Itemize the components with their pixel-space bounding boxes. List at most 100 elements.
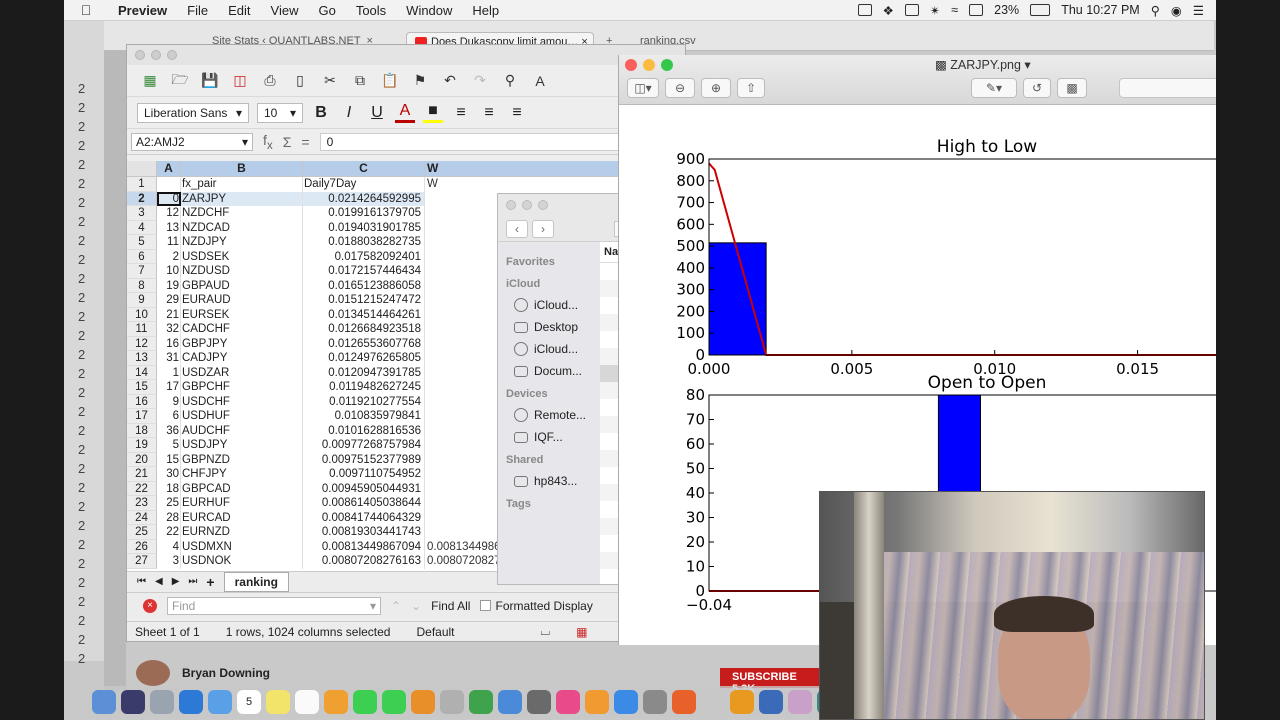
name-box[interactable]: A2:AMJ2 ▾	[131, 132, 253, 151]
cell[interactable]: CADCHF	[181, 322, 303, 337]
cell[interactable]: 0.0194031901785	[303, 220, 425, 235]
cell[interactable]: 11	[157, 235, 181, 250]
cell[interactable]: USDZAR	[181, 365, 303, 380]
system-preferences-icon[interactable]	[643, 690, 667, 714]
battery-percent[interactable]: 23%	[994, 3, 1019, 17]
app-icon[interactable]	[730, 690, 754, 714]
cell[interactable]: CHFJPY	[181, 467, 303, 482]
cell[interactable]: 1	[157, 365, 181, 380]
cell[interactable]: EURHUF	[181, 496, 303, 511]
apple-logo-icon[interactable]: 	[64, 2, 108, 18]
cell[interactable]: GBPNZD	[181, 452, 303, 467]
menu-edit[interactable]: Edit	[218, 3, 260, 18]
function-wizard-icon[interactable]: fx	[263, 132, 273, 152]
row-number[interactable]: 23	[127, 496, 157, 511]
cell[interactable]: 18	[157, 481, 181, 496]
open-folder-icon[interactable]: 🗁	[169, 70, 191, 92]
close-button[interactable]	[506, 200, 516, 210]
export-pdf-icon[interactable]: ◫	[229, 70, 251, 92]
copy-icon[interactable]: ⧉	[349, 70, 371, 92]
cell[interactable]: 0.00977268757984	[303, 438, 425, 453]
app-icon[interactable]	[411, 690, 435, 714]
airplay-icon[interactable]	[969, 4, 984, 16]
print-preview-icon[interactable]: ▯	[289, 70, 311, 92]
font-size-select[interactable]: 10 ▾	[257, 102, 303, 123]
cell[interactable]: 0.00807208276163	[303, 554, 425, 569]
minimize-button[interactable]	[151, 50, 161, 60]
close-button[interactable]	[135, 50, 145, 60]
paste-icon[interactable]: 📋	[379, 70, 401, 92]
column-header-c[interactable]: C	[303, 161, 425, 177]
row-number[interactable]: 27	[127, 554, 157, 569]
cell[interactable]: 13	[157, 220, 181, 235]
cell[interactable]: 32	[157, 322, 181, 337]
row-number[interactable]: 11	[127, 322, 157, 337]
find-next-icon[interactable]: ⌄	[411, 599, 421, 613]
zoom-button[interactable]	[167, 50, 177, 60]
numbers-icon[interactable]	[469, 690, 493, 714]
find-all-button[interactable]: Find All	[431, 599, 470, 613]
cell[interactable]: 10	[157, 264, 181, 279]
cell[interactable]: AUDCHF	[181, 423, 303, 438]
bluetooth-icon[interactable]: ✴	[930, 3, 940, 18]
cell[interactable]: 21	[157, 307, 181, 322]
cell[interactable]: 0	[157, 191, 181, 206]
row-number[interactable]: 20	[127, 452, 157, 467]
cell[interactable]: EURAUD	[181, 293, 303, 308]
row-number[interactable]: 5	[127, 235, 157, 250]
cell[interactable]: USDHUF	[181, 409, 303, 424]
notification-center-icon[interactable]: ☰	[1193, 3, 1204, 18]
row-number[interactable]: 25	[127, 525, 157, 540]
cell[interactable]: 3	[157, 554, 181, 569]
corner-select-all[interactable]	[127, 161, 157, 177]
row-number[interactable]: 14	[127, 365, 157, 380]
finder-icon[interactable]	[92, 690, 116, 714]
find-prev-icon[interactable]: ⌃	[391, 599, 401, 613]
align-center-icon[interactable]: ≡	[479, 104, 499, 122]
cut-icon[interactable]: ✂	[319, 70, 341, 92]
align-right-icon[interactable]: ≡	[507, 104, 527, 122]
menu-tools[interactable]: Tools	[346, 3, 396, 18]
cell[interactable]: W	[425, 177, 545, 192]
itunes-icon[interactable]	[556, 690, 580, 714]
cell[interactable]: NZDUSD	[181, 264, 303, 279]
cell[interactable]: 0.00975152377989	[303, 452, 425, 467]
row-number[interactable]: 7	[127, 264, 157, 279]
row-number[interactable]: 2	[127, 191, 157, 206]
row-number[interactable]: 12	[127, 336, 157, 351]
wifi-icon[interactable]: ≈	[951, 3, 958, 17]
rotate-icon[interactable]: ↺	[1023, 78, 1051, 98]
zoom-button[interactable]	[661, 59, 673, 71]
app-icon[interactable]	[440, 690, 464, 714]
row-number[interactable]: 17	[127, 409, 157, 424]
row-number[interactable]: 24	[127, 510, 157, 525]
cell[interactable]: 0.0165123886058	[303, 278, 425, 293]
markup-pen-icon[interactable]: ✎▾	[971, 78, 1017, 98]
menu-preview[interactable]: Preview	[108, 3, 177, 18]
reminders-icon[interactable]	[295, 690, 319, 714]
last-sheet-icon[interactable]: ⏭	[188, 576, 197, 587]
minimize-button[interactable]	[643, 59, 655, 71]
app-icon[interactable]	[788, 690, 812, 714]
cell[interactable]: 9	[157, 394, 181, 409]
spotlight-search-icon[interactable]: ⚲	[1151, 3, 1160, 18]
ibooks-icon[interactable]	[585, 690, 609, 714]
cell[interactable]: 17	[157, 380, 181, 395]
cell[interactable]: 0.00945905044931	[303, 481, 425, 496]
display-icon[interactable]	[904, 4, 919, 16]
cell[interactable]: 0.0126684923518	[303, 322, 425, 337]
column-header-b[interactable]: B	[181, 161, 303, 177]
mail-icon[interactable]	[208, 690, 232, 714]
formatted-display-checkbox[interactable]: Formatted Display	[480, 599, 593, 613]
row-number[interactable]: 19	[127, 438, 157, 453]
cell[interactable]: GBPCHF	[181, 380, 303, 395]
safari-icon[interactable]	[179, 690, 203, 714]
next-sheet-icon[interactable]: ▶	[172, 576, 180, 587]
battery-icon[interactable]	[1030, 4, 1051, 16]
cell[interactable]: USDNOK	[181, 554, 303, 569]
zoom-out-icon[interactable]: ⊖	[665, 78, 695, 98]
cell[interactable]: 5	[157, 438, 181, 453]
font-color-icon[interactable]: A	[395, 102, 415, 123]
cell[interactable]: GBPCAD	[181, 481, 303, 496]
app-icon[interactable]	[527, 690, 551, 714]
